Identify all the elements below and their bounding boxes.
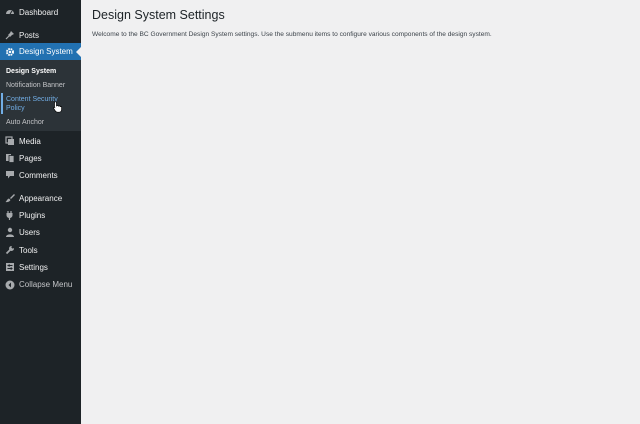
menu-item-plugins[interactable]: Plugins xyxy=(0,207,81,223)
collapse-menu-button[interactable]: Collapse Menu xyxy=(0,276,81,293)
admin-sidebar: Dashboard Posts Design System Design Sys… xyxy=(0,0,81,424)
menu-item-dashboard[interactable]: Dashboard xyxy=(0,4,81,20)
settings-icon xyxy=(5,262,15,272)
submenu-item-notification-banner[interactable]: Notification Banner xyxy=(6,81,76,90)
submenu-hover-indicator xyxy=(1,93,3,114)
menu-item-comments[interactable]: Comments xyxy=(0,167,81,183)
paintbrush-icon xyxy=(5,193,15,203)
collapse-icon xyxy=(5,280,15,290)
page-title: Design System Settings xyxy=(92,8,225,22)
pin-icon xyxy=(5,30,15,40)
main-content: Design System Settings Welcome to the BC… xyxy=(81,0,640,424)
menu-label-pages: Pages xyxy=(19,153,42,163)
menu-item-posts[interactable]: Posts xyxy=(0,27,81,43)
pages-icon xyxy=(5,153,15,163)
menu-label-media: Media xyxy=(19,136,41,146)
menu-item-design-system[interactable]: Design System xyxy=(0,43,81,60)
wrench-icon xyxy=(5,245,15,255)
menu-item-appearance[interactable]: Appearance xyxy=(0,190,81,206)
dashboard-icon xyxy=(5,7,15,17)
menu-label-users: Users xyxy=(19,227,40,237)
gear-icon xyxy=(5,47,15,57)
menu-label-dashboard: Dashboard xyxy=(19,7,59,17)
menu-label-collapse: Collapse Menu xyxy=(19,280,73,289)
menu-item-tools[interactable]: Tools xyxy=(0,242,81,258)
menu-item-users[interactable]: Users xyxy=(0,224,81,240)
hand-pointer-cursor-icon xyxy=(53,101,62,113)
submenu-item-auto-anchor[interactable]: Auto Anchor xyxy=(6,118,76,127)
menu-label-settings: Settings xyxy=(19,262,48,272)
menu-label-plugins: Plugins xyxy=(19,210,46,220)
menu-item-pages[interactable]: Pages xyxy=(0,150,81,166)
menu-label-design-system: Design System xyxy=(19,47,73,56)
menu-item-media[interactable]: Media xyxy=(0,133,81,149)
media-icon xyxy=(5,136,15,146)
plugin-icon xyxy=(5,210,15,220)
submenu-item-design-system[interactable]: Design System xyxy=(6,67,76,76)
menu-label-comments: Comments xyxy=(19,170,58,180)
user-icon xyxy=(5,227,15,237)
comment-icon xyxy=(5,170,15,180)
menu-label-tools: Tools xyxy=(19,245,38,255)
menu-item-settings[interactable]: Settings xyxy=(0,259,81,275)
menu-label-appearance: Appearance xyxy=(19,193,63,203)
intro-text: Welcome to the BC Government Design Syst… xyxy=(92,31,492,38)
menu-label-posts: Posts xyxy=(19,30,40,40)
